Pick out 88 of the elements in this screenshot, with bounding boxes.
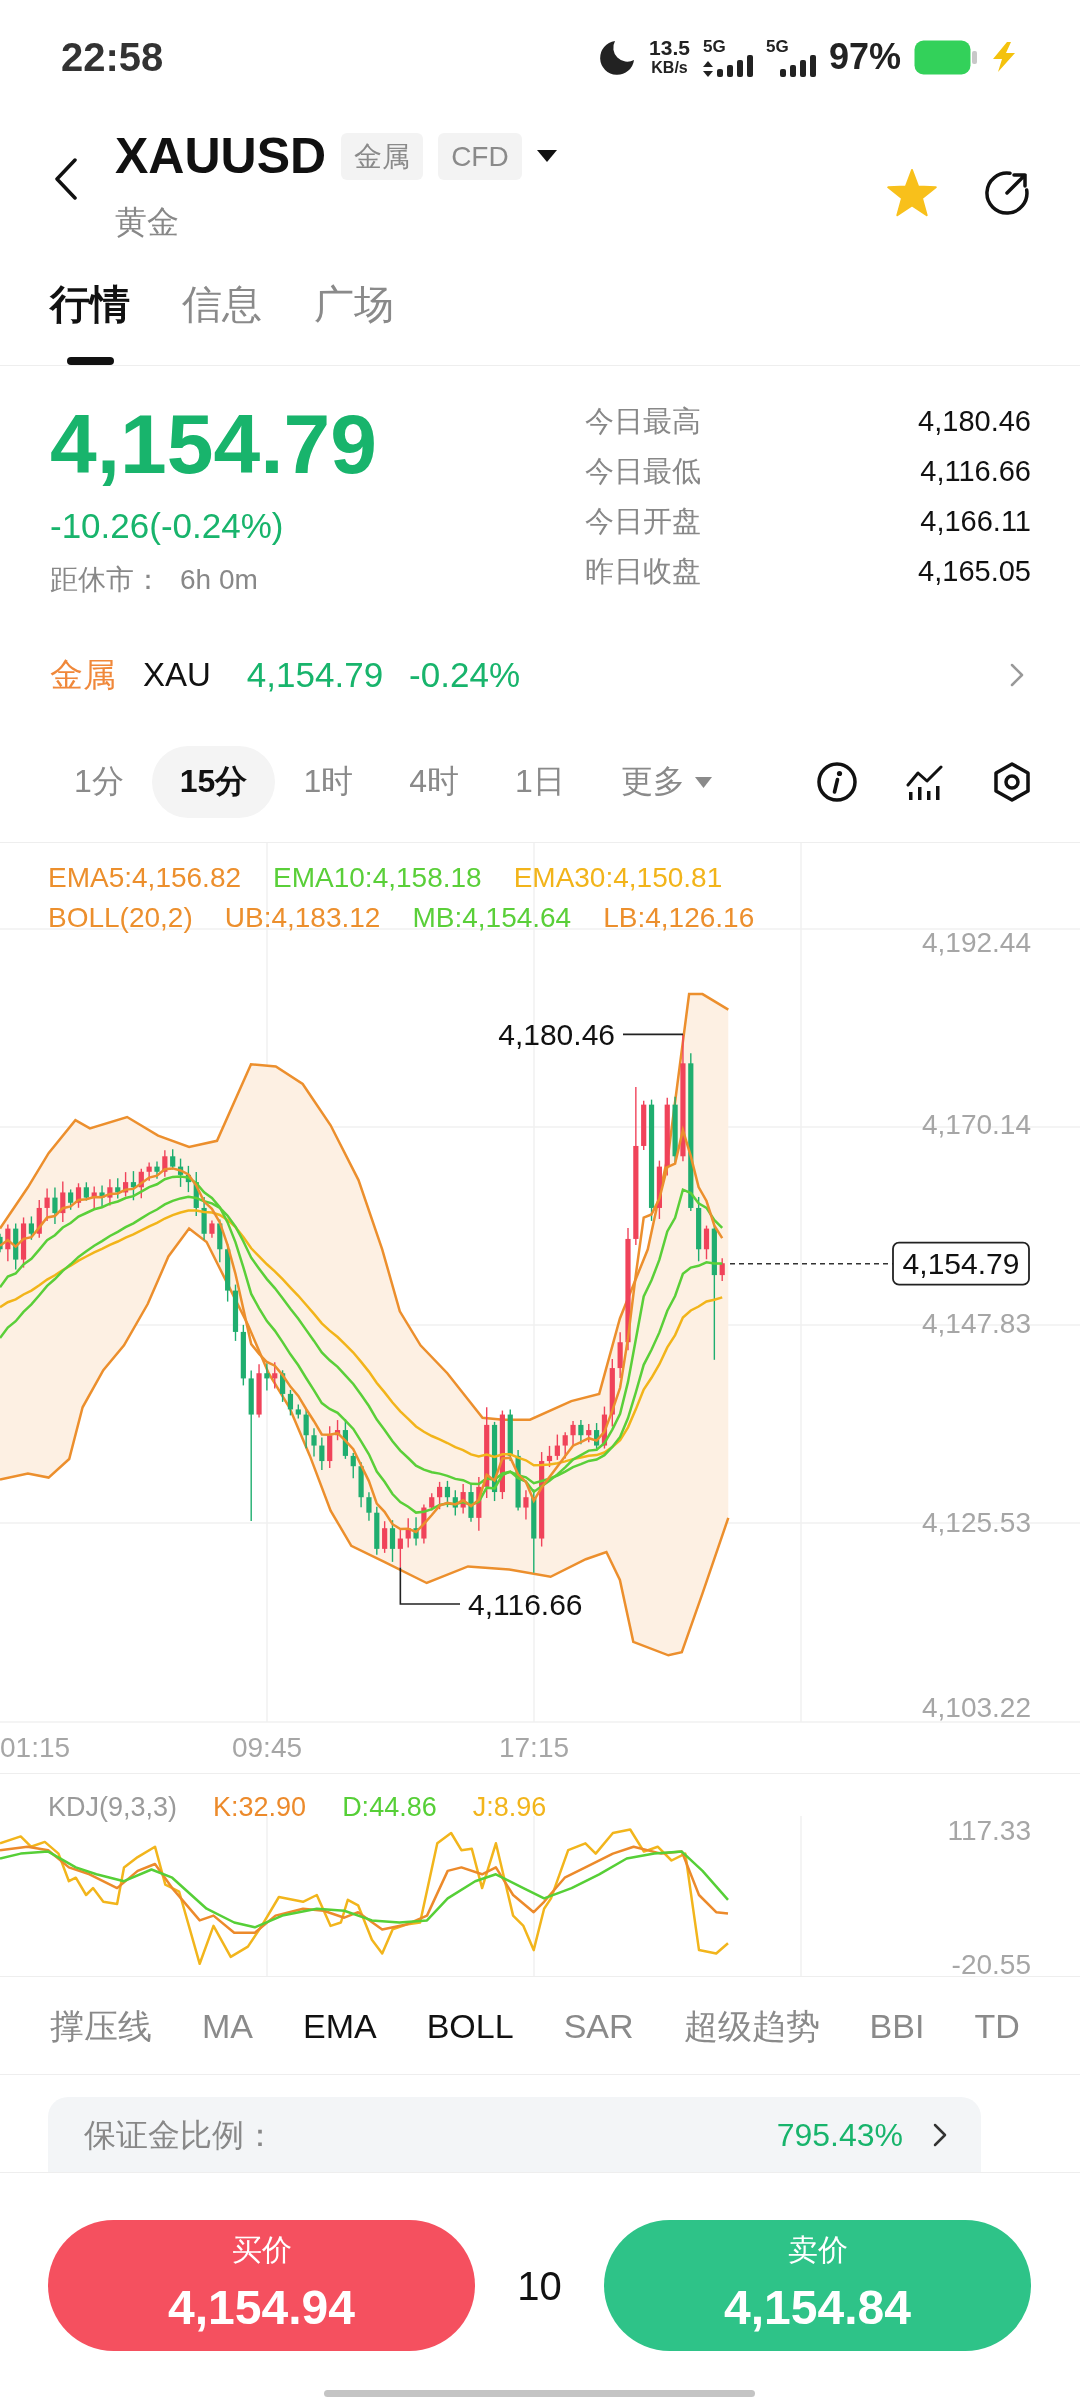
stat-value: 4,180.46: [918, 404, 1031, 439]
leader-line: [622, 1033, 684, 1036]
market-tag: CFD: [438, 132, 522, 180]
value-axis-label: -20.55: [951, 1948, 1031, 1976]
market-close-time: 6h 0m: [180, 563, 258, 597]
indicator-tab[interactable]: BOLL: [426, 2003, 514, 2048]
network-speed-unit: KB/s: [651, 59, 688, 77]
market-tag: 金属: [341, 132, 424, 180]
indicator-tab[interactable]: MA: [202, 2003, 253, 2048]
caret-icon: [694, 776, 712, 788]
indicator-tab[interactable]: 撑压线: [50, 2003, 152, 2048]
clock-time: 22:58: [61, 34, 164, 81]
indicator-tab[interactable]: BBI: [869, 2003, 925, 2048]
instrument-name: 黄金: [115, 203, 179, 242]
moon-icon: [599, 38, 637, 76]
legend-text: D:44.86: [342, 1791, 437, 1824]
stat-label: 昨日收盘: [585, 554, 702, 589]
price-axis-label: 4,192.44: [922, 926, 1031, 958]
more-dropdown[interactable]: 更多: [592, 746, 740, 818]
leader-line: [399, 1566, 461, 1605]
share-icon[interactable]: [983, 169, 1031, 217]
indicator-tab[interactable]: EMA: [303, 2003, 377, 2048]
chart-icon[interactable]: [906, 764, 944, 800]
legend-text: EMA10:4,158.18: [273, 861, 482, 895]
price-axis-label: 4,147.83: [922, 1307, 1031, 1339]
legend-text: MB:4,154.64: [412, 901, 572, 935]
legend-text: KDJ(9,3,3): [48, 1791, 178, 1824]
back-icon[interactable]: [54, 158, 78, 200]
price-axis-label: 4,103.22: [922, 1691, 1031, 1723]
low-price-label: 4,116.66: [468, 1587, 583, 1621]
time-axis-label: 09:45: [231, 1731, 303, 1763]
current-price-tag: 4,154.79: [892, 1241, 1030, 1286]
network-type-text: 5G: [702, 37, 727, 55]
category-text: 金属: [50, 654, 116, 695]
timeframe-tab[interactable]: 1分: [46, 746, 152, 818]
charging-icon: [990, 42, 1018, 72]
network-type-text: 5G: [765, 37, 790, 55]
price-axis-label: 4,170.14: [922, 1108, 1031, 1140]
indicator-tab[interactable]: TD: [974, 2003, 1020, 2048]
symbol-title: XAUUSD: [115, 128, 327, 184]
stat-label: 今日最低: [585, 454, 702, 489]
timeframe-tab[interactable]: 1日: [487, 746, 593, 818]
legend-text: J:8.96: [472, 1791, 547, 1824]
settings-icon[interactable]: [993, 762, 1031, 802]
info-icon[interactable]: [817, 762, 857, 802]
buy-button[interactable]: 买价 4,154.94: [48, 2220, 475, 2351]
margin-ratio-label: 保证金比例：: [84, 2116, 276, 2155]
stat-label: 今日开盘: [585, 504, 702, 539]
time-axis-label: 01:15: [0, 1731, 71, 1763]
legend-text: BOLL(20,2): [48, 901, 193, 935]
legend-text: EMA30:4,150.81: [513, 861, 723, 895]
stat-value: 4,116.66: [919, 454, 1031, 489]
chevron-right-icon[interactable]: [933, 2123, 947, 2147]
star-icon[interactable]: [886, 169, 938, 217]
stat-label: 今日最高: [585, 404, 702, 439]
legend-text: LB:4,126.16: [603, 901, 755, 935]
timeframe-tab[interactable]: 15分: [151, 746, 276, 818]
symbol-text: XAU: [143, 656, 211, 694]
tab[interactable]: 广场: [314, 280, 394, 365]
stat-value: 4,165.05: [918, 554, 1031, 589]
stat-value: 4,166.11: [919, 504, 1031, 539]
caret-icon[interactable]: [535, 149, 558, 163]
price-text: 4,154.79: [246, 655, 384, 695]
value-axis-label: 117.33: [947, 1814, 1031, 1846]
legend-text: EMA5:4,156.82: [48, 861, 242, 895]
timeframe-tab[interactable]: 1时: [275, 746, 382, 818]
battery-percent: 97%: [828, 37, 901, 77]
battery-icon: [914, 39, 977, 75]
sell-button[interactable]: 卖价 4,154.84: [604, 2220, 1031, 2351]
price-axis-label: 4,125.53: [922, 1506, 1031, 1538]
margin-ratio-value: 795.43%: [776, 2116, 903, 2155]
signal-icon: [716, 54, 753, 77]
tab[interactable]: 信息: [182, 280, 262, 365]
legend-text: K:32.90: [213, 1791, 307, 1824]
legend-text: UB:4,183.12: [224, 901, 381, 935]
time-axis-label: 17:15: [498, 1731, 570, 1763]
market-close-label: 距休市：: [50, 563, 162, 597]
high-price-label: 4,180.46: [498, 1017, 615, 1051]
price-change: -10.26(-0.24%): [50, 505, 285, 547]
last-price: 4,154.79: [50, 400, 378, 488]
tab[interactable]: 行情: [50, 280, 130, 365]
tab-underline: [67, 357, 114, 365]
network-speed-text: 13.5: [649, 37, 690, 59]
indicator-tab[interactable]: SAR: [563, 2003, 634, 2048]
indicator-tab[interactable]: 超级趋势: [683, 2003, 820, 2048]
timeframe-tab[interactable]: 4时: [381, 746, 487, 818]
change-text: -0.24%: [409, 655, 520, 695]
quantity-value: 10: [517, 2262, 562, 2310]
